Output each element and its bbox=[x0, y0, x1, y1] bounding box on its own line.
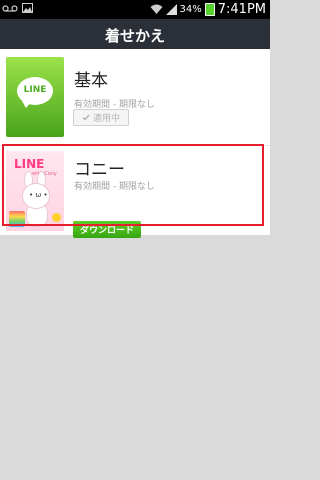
applied-status-label: 適用中 bbox=[92, 114, 120, 124]
battery-icon bbox=[204, 3, 215, 16]
check-icon bbox=[82, 114, 90, 121]
cony-theme-thumbnail: LINE with Cony • ω • bbox=[6, 151, 64, 231]
system-indicators: 34% 7:41PM bbox=[150, 0, 266, 19]
notification-icons bbox=[2, 3, 33, 13]
download-button[interactable]: ダウンロード bbox=[73, 221, 141, 238]
theme-title: コニー bbox=[74, 160, 125, 180]
theme-title: 基本 bbox=[74, 71, 108, 91]
image-icon bbox=[22, 3, 33, 13]
line-theme-thumbnail: LINE bbox=[6, 57, 64, 137]
theme-item-cony[interactable]: LINE with Cony • ω • コニー 有効期間 - 期限なし ダウン… bbox=[0, 145, 270, 238]
voicemail-icon bbox=[2, 4, 18, 12]
rainbow-icon bbox=[9, 211, 25, 227]
line-logo-text: LINE bbox=[23, 85, 47, 95]
cony-logo-text: LINE bbox=[14, 157, 45, 171]
wifi-icon bbox=[150, 4, 163, 14]
title-bar: 着せかえ bbox=[0, 19, 270, 49]
clock: 7:41PM bbox=[217, 2, 266, 17]
signal-icon bbox=[165, 4, 177, 15]
theme-list: LINE 基本 有効期間 - 期限なし 適用中 LINE with Cony •… bbox=[0, 49, 270, 238]
battery-percent: 34% bbox=[179, 4, 202, 15]
applied-status-button: 適用中 bbox=[73, 109, 129, 126]
theme-period: 有効期間 - 期限なし bbox=[74, 182, 155, 192]
page-title: 着せかえ bbox=[104, 27, 165, 45]
status-bar: 34% 7:41PM bbox=[0, 0, 270, 19]
theme-item-basic[interactable]: LINE 基本 有効期間 - 期限なし 適用中 bbox=[0, 49, 270, 146]
chick-icon bbox=[52, 213, 61, 222]
